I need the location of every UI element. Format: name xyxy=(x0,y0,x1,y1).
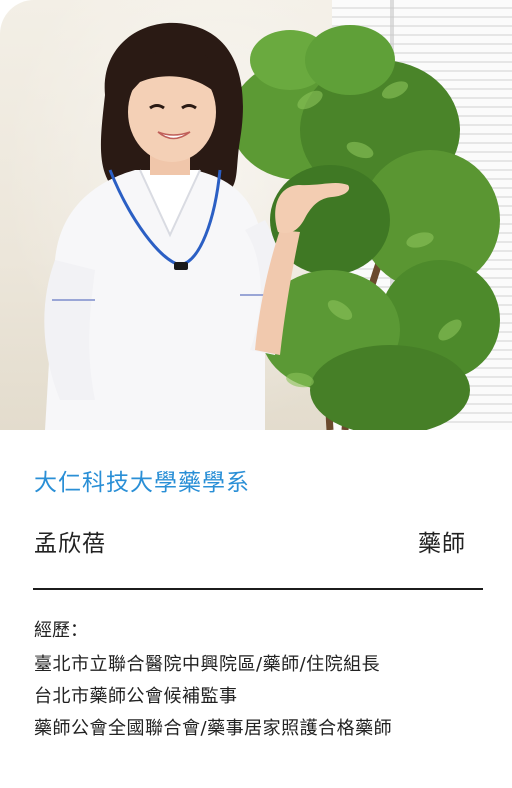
person-name: 孟欣蓓 xyxy=(34,531,106,557)
job-title: 藥師 xyxy=(418,531,466,557)
divider xyxy=(33,588,483,590)
experience-item: 藥師公會全國聯合會/藥事居家照護合格藥師 xyxy=(34,718,393,739)
experience-item: 台北市藥師公會候補監事 xyxy=(34,686,238,707)
experience-label: 經歷： xyxy=(34,620,88,641)
school-name: 大仁科技大學藥學系 xyxy=(34,470,250,496)
experience-list: 臺北市立聯合醫院中興院區/藥師/住院組長 台北市藥師公會候補監事 藥師公會全國聯… xyxy=(34,649,392,745)
profile-photo xyxy=(0,0,512,430)
profile-card: 大仁科技大學藥學系 孟欣蓓 藥師 經歷： 臺北市立聯合醫院中興院區/藥師/住院組… xyxy=(0,0,512,788)
photo-illustration xyxy=(44,22,500,430)
experience-item: 臺北市立聯合醫院中興院區/藥師/住院組長 xyxy=(34,654,381,675)
